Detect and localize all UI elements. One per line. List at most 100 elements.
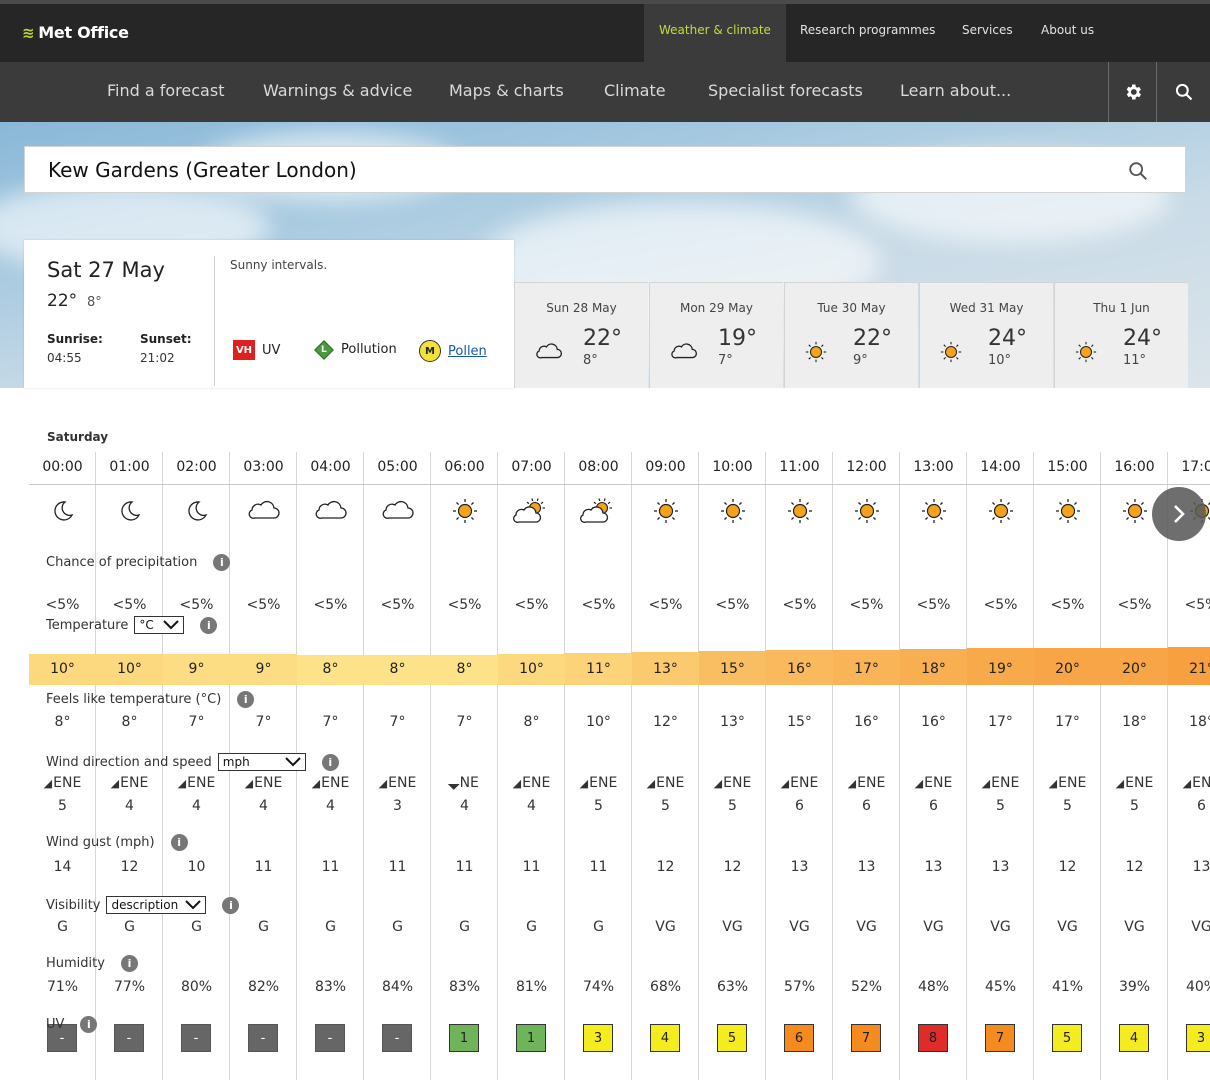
wind-arrow-icon: ◢ [512, 777, 522, 790]
visibility-value: G [258, 919, 269, 935]
hour-column: 15:00 <5% 20° 17° ◢ENE 5 12 VG 41% 5 [1034, 452, 1101, 1080]
hour-time: 03:00 [230, 452, 297, 485]
nav-find-forecast[interactable]: Find a forecast [107, 62, 224, 122]
feels-like-value: 17° [1055, 714, 1080, 730]
top-link-about[interactable]: About us [1026, 4, 1109, 62]
info-icon[interactable]: i [80, 1016, 98, 1033]
humidity-value: 45% [984, 979, 1017, 995]
visibility-value: VG [1191, 919, 1210, 935]
uv-index-badge: 3 [583, 1024, 613, 1052]
search-submit-icon[interactable] [1127, 160, 1149, 186]
humidity-value: 82% [247, 979, 280, 995]
temp-value: 16° [787, 661, 812, 677]
pollution-label: Pollution [341, 342, 397, 357]
uv-index-badge: 7 [985, 1024, 1015, 1052]
temp-value: 15° [720, 661, 745, 677]
info-icon[interactable]: i [213, 554, 231, 571]
temp-value: 18° [921, 661, 946, 677]
hour-time: 06:00 [431, 452, 498, 485]
wind-speed-value: 5 [1063, 798, 1072, 814]
wind-speed-value: 4 [460, 798, 469, 814]
day-card[interactable]: Wed 31 May 24° 10° [919, 282, 1053, 388]
day-card[interactable]: Sun 28 May 22° 8° [514, 282, 648, 388]
wind-direction: ◢ENE [311, 775, 350, 791]
visibility-value: VG [655, 919, 676, 935]
humidity-value: 71% [46, 979, 79, 995]
search-input[interactable] [48, 147, 1098, 192]
today-high: 22° [47, 291, 78, 311]
chevron-right-icon [1174, 505, 1185, 523]
top-link-weather-climate[interactable]: Weather & climate [644, 4, 786, 62]
wind-direction: ◢ENE [1182, 775, 1210, 791]
cloud-icon [364, 498, 431, 522]
info-icon[interactable]: i [200, 616, 218, 634]
day-card[interactable]: Mon 29 May 19° 7° [649, 282, 783, 388]
info-icon[interactable]: i [321, 753, 339, 771]
hour-time: 12:00 [833, 452, 900, 485]
logo-mark-icon: ≋ [22, 23, 35, 42]
nav-warnings[interactable]: Warnings & advice [263, 62, 412, 122]
day-card[interactable]: Thu 1 Jun 24° 11° [1054, 282, 1188, 388]
pollen-link[interactable]: Pollen [448, 344, 487, 359]
met-office-logo[interactable]: ≋ Met Office [22, 23, 129, 42]
info-icon[interactable]: i [222, 896, 240, 914]
wind-gust-value: 13 [991, 859, 1010, 875]
hour-time: 01:00 [96, 452, 163, 485]
temp-unit-select[interactable]: °C [134, 616, 185, 634]
hour-column: 16:00 <5% 20° 18° ◢ENE 5 12 VG 39% 4 [1101, 452, 1168, 1080]
hour-time: 04:00 [297, 452, 364, 485]
feels-like-value: 15° [787, 714, 812, 730]
day-card[interactable]: Tue 30 May 22° 9° [784, 282, 918, 388]
search-nav-button[interactable] [1156, 62, 1210, 122]
chevron-down-icon [285, 757, 301, 767]
feels-like-value: 7° [188, 714, 205, 730]
wind-gust-value: 11 [522, 859, 541, 875]
uv-index-badge: 5 [717, 1024, 747, 1052]
pollution-badge[interactable]: L Pollution [314, 339, 397, 360]
wind-gust-value: 12 [1125, 859, 1144, 875]
humidity-row-label: Humidity i [46, 955, 138, 972]
visibility-value: G [191, 919, 202, 935]
info-icon[interactable]: i [237, 691, 255, 708]
nav-specialist[interactable]: Specialist forecasts [708, 62, 863, 122]
uv-badge[interactable]: VH UV [233, 340, 280, 360]
sun-icon [1034, 498, 1101, 524]
feels-like-value: 18° [1189, 714, 1210, 730]
sun-icon [967, 498, 1034, 524]
precip-value: <5% [313, 597, 348, 613]
precip-value: <5% [179, 597, 214, 613]
wind-row-label: Wind direction and speed mph i [46, 753, 339, 771]
nav-climate[interactable]: Climate [604, 62, 666, 122]
wind-speed-value: 5 [58, 798, 67, 814]
uv-index-badge: 4 [1119, 1024, 1149, 1052]
wind-speed-value: 5 [661, 798, 670, 814]
wind-gust-value: 11 [589, 859, 608, 875]
temp-row-label: Temperature °C i [46, 616, 218, 634]
nav-maps-charts[interactable]: Maps & charts [449, 62, 564, 122]
cloud-icon [297, 498, 364, 522]
visibility-mode-select[interactable]: description [106, 896, 207, 914]
sun-icon [766, 498, 833, 524]
day-card-date: Mon 29 May [679, 301, 753, 315]
nav-learn-about[interactable]: Learn about... [900, 62, 1011, 122]
visibility-value: G [526, 919, 537, 935]
wind-direction: ◢ENE [244, 775, 283, 791]
sunrise-time: 04:55 [47, 351, 82, 365]
wind-unit-select[interactable]: mph [217, 753, 306, 771]
temp-value: 19° [988, 661, 1013, 677]
feels-like-value: 7° [389, 714, 406, 730]
pollen-badge[interactable]: M Pollen [419, 340, 487, 362]
feels-like-value: 17° [988, 714, 1013, 730]
wind-speed-value: 4 [192, 798, 201, 814]
top-link-research[interactable]: Research programmes [785, 4, 950, 62]
visibility-value: G [593, 919, 604, 935]
visibility-row-label: Visibility description i [46, 896, 240, 914]
next-hours-button[interactable] [1152, 487, 1206, 541]
today-card[interactable]: Sat 27 May 22° 8° Sunrise: 04:55 Sunset:… [24, 240, 514, 388]
wind-arrow-icon: ◢ [780, 777, 790, 790]
wind-arrow-icon: ◢ [713, 777, 723, 790]
top-link-services[interactable]: Services [947, 4, 1028, 62]
info-icon[interactable]: i [120, 955, 138, 972]
settings-button[interactable] [1108, 62, 1156, 122]
info-icon[interactable]: i [170, 834, 188, 851]
